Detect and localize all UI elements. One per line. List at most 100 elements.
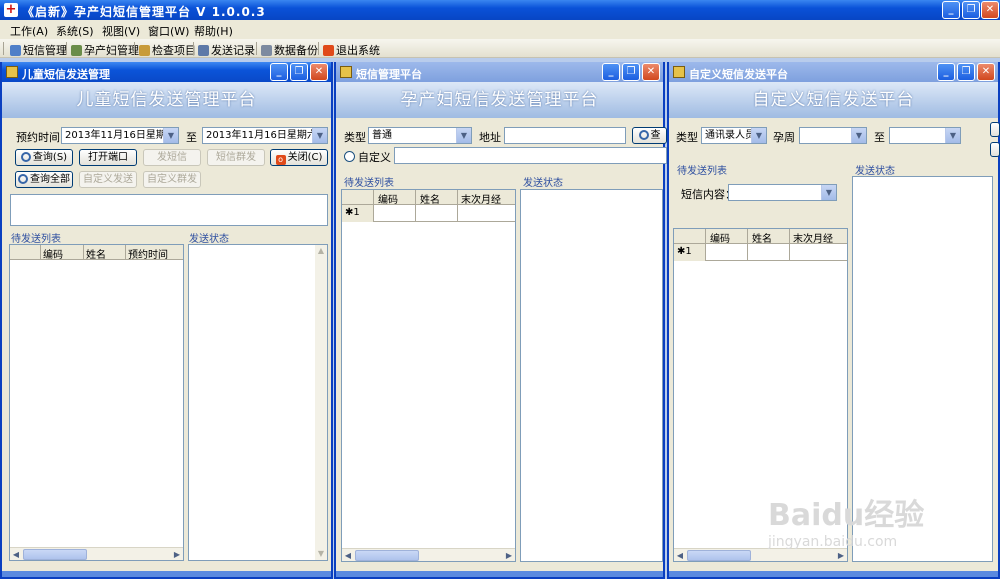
grid-divider xyxy=(40,245,41,260)
scroll-right-icon[interactable]: ▶ xyxy=(171,549,183,560)
toolbar-check-items-button[interactable]: 检查项目 xyxy=(139,42,196,58)
minimize-button[interactable]: _ xyxy=(942,1,960,19)
close-button[interactable]: ✕ xyxy=(642,63,660,81)
query-button[interactable] xyxy=(990,122,1000,137)
search-icon xyxy=(20,152,31,162)
minimize-button[interactable]: _ xyxy=(602,63,620,81)
custom-radio[interactable] xyxy=(344,151,355,162)
pending-list-label: 待发送列表 xyxy=(11,234,61,245)
send-status-panel[interactable]: ▲ ▼ xyxy=(188,244,328,561)
sms-content-select[interactable]: ▼ xyxy=(728,184,837,201)
menu-help[interactable]: 帮助(H) xyxy=(194,23,233,39)
sms-manage-window: 短信管理平台 _ ❐ ✕ 孕产妇短信发送管理平台 类型 普通 ▼ 地址 查 自定义… xyxy=(334,62,667,579)
table-row[interactable]: ✱1 xyxy=(342,205,515,222)
toolbar-sms-manage-button[interactable]: 短信管理 xyxy=(10,42,67,58)
horizontal-scrollbar[interactable]: ◀ ▶ xyxy=(342,548,515,561)
type-select[interactable]: 通讯录人员 ▼ xyxy=(701,127,767,144)
type-select-value: 通讯录人员 xyxy=(705,130,755,141)
scroll-thumb[interactable] xyxy=(355,550,419,561)
table-cell[interactable] xyxy=(790,244,847,261)
close-button[interactable]: ✕ xyxy=(981,1,999,19)
pending-grid[interactable]: 编码 姓名 预约时间 ◀ ▶ xyxy=(9,244,184,561)
custom-send-button[interactable]: 自定义发送 xyxy=(79,171,137,188)
table-cell[interactable] xyxy=(374,205,416,222)
week-from-select[interactable]: ▼ xyxy=(799,127,867,144)
date-from-picker[interactable]: 2013年11月16日星期六 ▼ xyxy=(61,127,179,144)
menu-window[interactable]: 窗口(W) xyxy=(148,23,189,39)
type-select[interactable]: 普通 ▼ xyxy=(368,127,472,144)
custom-number-input[interactable] xyxy=(394,147,667,164)
exit-icon xyxy=(323,44,334,56)
close-button[interactable]: ✕ xyxy=(310,63,328,81)
chevron-down-icon: ▼ xyxy=(312,128,327,143)
pregnancy-week-label: 孕周 xyxy=(773,131,795,144)
grid-divider xyxy=(415,190,416,205)
scroll-up-icon[interactable]: ▲ xyxy=(315,245,327,257)
query-all-button[interactable]: 查询全部 xyxy=(15,171,73,188)
toolbar-grip xyxy=(3,42,4,55)
close-button[interactable]: ✕ xyxy=(977,63,995,81)
column-header: 姓名 xyxy=(86,250,106,261)
maximize-button[interactable]: ❐ xyxy=(290,63,308,81)
minimize-button[interactable]: _ xyxy=(270,63,288,81)
date-to-picker[interactable]: 2013年11月16日星期六 ▼ xyxy=(202,127,328,144)
table-cell[interactable] xyxy=(416,205,458,222)
send-button[interactable] xyxy=(990,142,1000,157)
toolbar-label: 数据备份 xyxy=(274,44,318,57)
scroll-left-icon[interactable]: ◀ xyxy=(10,549,22,560)
toolbar-maternal-button[interactable]: 孕产妇管理 xyxy=(71,42,139,58)
scroll-right-icon[interactable]: ▶ xyxy=(503,550,515,561)
horizontal-scrollbar[interactable]: ◀ ▶ xyxy=(10,547,183,560)
restore-button[interactable]: ❐ xyxy=(962,1,980,19)
query-button[interactable]: 查询(S) xyxy=(15,149,73,166)
type-label: 类型 xyxy=(344,131,366,144)
scroll-thumb[interactable] xyxy=(687,550,751,561)
week-to-select[interactable]: ▼ xyxy=(889,127,961,144)
toolbar-exit-button[interactable]: 退出系统 xyxy=(323,42,380,58)
scroll-down-icon[interactable]: ▼ xyxy=(315,548,327,560)
message-textarea[interactable] xyxy=(10,194,328,226)
send-sms-button[interactable]: 发短信 xyxy=(143,149,201,166)
grid-divider xyxy=(83,245,84,260)
maximize-button[interactable]: ❐ xyxy=(622,63,640,81)
menu-system[interactable]: 系统(S) xyxy=(56,23,94,39)
table-row[interactable]: ✱1 xyxy=(674,244,847,261)
vertical-scrollbar[interactable]: ▲ ▼ xyxy=(315,245,327,560)
scroll-right-icon[interactable]: ▶ xyxy=(835,550,847,561)
column-header: 预约时间 xyxy=(128,250,168,261)
app-icon: + xyxy=(4,2,18,17)
send-status-panel[interactable] xyxy=(520,189,663,562)
scroll-left-icon[interactable]: ◀ xyxy=(674,550,686,561)
maximize-button[interactable]: ❐ xyxy=(957,63,975,81)
toolbar-send-record-button[interactable]: 发送记录 xyxy=(198,42,255,58)
column-header: 姓名 xyxy=(420,195,440,206)
table-cell[interactable] xyxy=(706,244,748,261)
grid-divider xyxy=(747,229,748,244)
group-sms-button[interactable]: 短信群发 xyxy=(207,149,265,166)
to-label: 至 xyxy=(874,131,885,144)
table-cell[interactable] xyxy=(748,244,790,261)
query-button[interactable]: 查 xyxy=(632,127,667,144)
scroll-thumb[interactable] xyxy=(23,549,87,560)
address-input[interactable] xyxy=(504,127,626,144)
type-select-value: 普通 xyxy=(372,130,392,141)
date-from-value: 2013年11月16日星期六 xyxy=(65,130,176,141)
minimize-button[interactable]: _ xyxy=(937,63,955,81)
open-port-button[interactable]: 打开端口 xyxy=(79,149,137,166)
menu-work[interactable]: 工作(A) xyxy=(10,23,48,39)
grid-header: 编码 姓名 末次月经 xyxy=(342,190,515,206)
menu-view[interactable]: 视图(V) xyxy=(102,23,140,39)
scroll-left-icon[interactable]: ◀ xyxy=(342,550,354,561)
pending-list-label: 待发送列表 xyxy=(344,178,394,189)
query-button-label: 查 xyxy=(650,130,661,141)
window-icon xyxy=(340,66,352,78)
search-icon xyxy=(18,174,28,184)
close-window-button[interactable]: o 关闭(C) xyxy=(270,149,328,166)
grid-header: 编码 姓名 预约时间 xyxy=(10,245,183,261)
custom-group-button[interactable]: 自定义群发 xyxy=(143,171,201,188)
send-status-label: 发送状态 xyxy=(523,178,563,189)
toolbar-backup-button[interactable]: 数据备份 xyxy=(261,42,318,58)
pending-grid[interactable]: 编码 姓名 末次月经 ✱1 ◀ ▶ xyxy=(341,189,516,562)
chevron-down-icon: ▼ xyxy=(945,128,960,143)
table-cell[interactable] xyxy=(458,205,515,222)
